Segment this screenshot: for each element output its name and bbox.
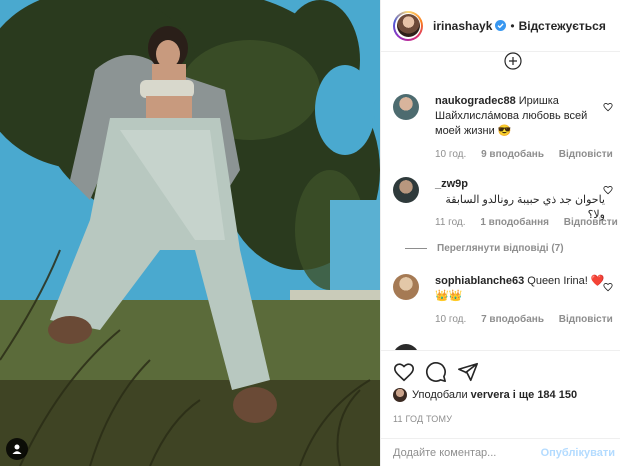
comment-body: naukogradec88 Иришка Шайхлисла́мова любов… [435, 94, 605, 139]
likes-summary: Уподобали ververa і ще 184 150 [393, 388, 580, 402]
author-avatar[interactable] [393, 10, 423, 41]
person-icon [12, 444, 22, 454]
view-replies-label: Переглянути відповіді (7) [437, 243, 564, 254]
liker-username[interactable]: ververa [471, 389, 510, 401]
separator-dot: • [510, 18, 515, 33]
comment-meta: 10 год. 7 вподобань Відповісти [435, 314, 620, 325]
plus-circle-icon [504, 52, 522, 70]
comment-likes[interactable]: 9 вподобань [481, 149, 544, 160]
verified-badge-icon [495, 20, 507, 31]
comment-time: 10 год. [435, 149, 467, 160]
commenter-username[interactable]: sophiablanche63 [435, 275, 524, 287]
comment-bubble-icon[interactable] [425, 361, 447, 383]
comment-time: 11 год. [435, 217, 466, 228]
reply-button[interactable]: Відповісти [559, 149, 613, 160]
like-comment-heart-icon[interactable] [603, 102, 613, 112]
likes-count[interactable]: і ще 184 150 [513, 389, 577, 401]
comment-likes[interactable]: 7 вподобань [481, 314, 544, 325]
comment-meta: 11 год. 1 вподобання Відповісти [435, 217, 620, 228]
commenter-avatar[interactable] [393, 274, 419, 300]
like-comment-heart-icon[interactable] [603, 185, 613, 195]
comments-list: naukogradec88 Иришка Шайхлисла́мова любов… [381, 52, 620, 350]
reply-button[interactable]: Відповісти [559, 314, 613, 325]
liker-avatar[interactable] [393, 388, 407, 402]
add-comment-bar: Опублікувати [381, 438, 620, 466]
comment-meta: 10 год. 9 вподобань Відповісти [435, 149, 620, 160]
comment-item: _zw9p ياحوان جد ذي حبيبة رونالدو السابقة… [393, 177, 618, 267]
view-replies-button[interactable]: Переглянути відповіді (7) [405, 243, 564, 254]
commenter-username[interactable]: _zw9p [435, 178, 468, 190]
reply-button[interactable]: Відповісти [564, 217, 618, 228]
comment-time: 10 год. [435, 314, 467, 325]
load-more-comments-button[interactable] [504, 52, 522, 70]
likes-prefix: Уподобали [412, 389, 468, 401]
share-paper-plane-icon[interactable] [457, 361, 479, 383]
comment-item: sophiablanche63 Queen Irina! ❤️ 👑👑 10 год… [393, 274, 613, 334]
comment-likes[interactable]: 1 вподобання [480, 217, 549, 228]
commenter-avatar[interactable] [393, 177, 419, 203]
like-comment-heart-icon[interactable] [603, 282, 613, 292]
commenter-username[interactable]: naukogradec88 [435, 95, 516, 107]
post-details-panel: irinashayk • Відстежується naukogradec88… [380, 0, 620, 466]
post-header: irinashayk • Відстежується [381, 0, 620, 52]
replies-divider [405, 248, 427, 249]
following-button[interactable]: Відстежується [519, 19, 606, 33]
comment-input[interactable] [393, 446, 541, 459]
comment-body: sophiablanche63 Queen Irina! ❤️ 👑👑 [435, 274, 605, 304]
author-username[interactable]: irinashayk [433, 19, 492, 33]
post-timestamp[interactable]: 11 ГОД ТОМУ [393, 414, 452, 424]
like-heart-icon[interactable] [393, 361, 415, 383]
commenter-avatar[interactable] [393, 94, 419, 120]
tagged-users-button[interactable] [6, 438, 28, 460]
publish-button[interactable]: Опублікувати [541, 447, 615, 459]
comment-item: naukogradec88 Иришка Шайхлисла́мова любов… [393, 94, 613, 164]
instagram-post: irinashayk • Відстежується naukogradec88… [0, 0, 620, 466]
post-photo[interactable] [0, 0, 380, 466]
post-actions-bar [381, 350, 620, 390]
photo-illustration [0, 0, 380, 466]
